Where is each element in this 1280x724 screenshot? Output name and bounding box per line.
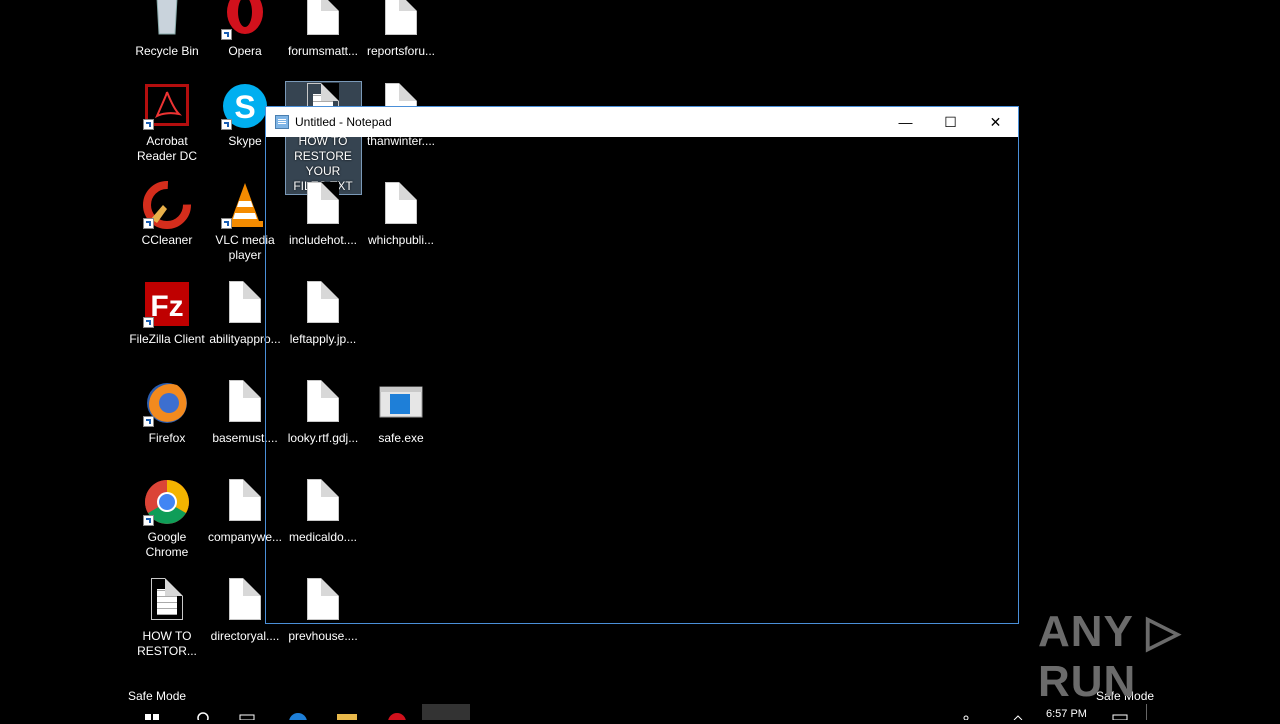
ccleaner-icon — [143, 181, 191, 229]
desktop-icon-filezilla[interactable]: Fz FileZilla Client — [128, 280, 206, 347]
opera-icon — [221, 0, 269, 40]
notepad-window[interactable]: Untitled - Notepad — ☐ ✕ — [265, 106, 1019, 624]
filezilla-icon: Fz — [143, 280, 191, 328]
chrome-icon — [143, 478, 191, 526]
desktop-icon-label: Opera — [228, 44, 262, 58]
shortcut-arrow-icon — [143, 218, 154, 229]
window-title: Untitled - Notepad — [295, 115, 392, 129]
firefox-icon — [143, 379, 191, 427]
acrobat-icon — [143, 82, 191, 130]
minimize-button[interactable]: — — [883, 107, 928, 137]
start-button[interactable] — [144, 704, 160, 720]
anyrun-watermark: ANY ▷ RUN — [1038, 607, 1182, 706]
document-icon — [299, 0, 347, 40]
clock[interactable]: 6:57 PM — [1046, 708, 1087, 724]
close-button[interactable]: ✕ — [973, 107, 1018, 137]
desktop-icon-recycle-bin[interactable]: Recycle Bin — [128, 0, 206, 59]
desktop-icon-label: Google Chrome — [145, 530, 189, 559]
window-controls: — ☐ ✕ — [883, 107, 1018, 137]
people-icon[interactable] — [960, 704, 972, 721]
desktop-icon-label: CCleaner — [141, 233, 193, 247]
shortcut-arrow-icon — [221, 119, 232, 130]
desktop-icon-label: reportsforu... — [366, 44, 436, 58]
notepad-taskbar-button[interactable] — [422, 704, 470, 720]
show-hidden-icons[interactable] — [1012, 704, 1024, 721]
desktop-icon-label: Recycle Bin — [135, 44, 199, 58]
notepad-text-area[interactable] — [266, 137, 1018, 623]
skype-icon: S — [221, 82, 269, 130]
action-center-icon[interactable] — [1112, 704, 1128, 721]
opera-taskbar-icon[interactable] — [386, 704, 408, 724]
desktop-icon-chrome[interactable]: Google Chrome — [128, 478, 206, 560]
desktop-icon-file[interactable]: reportsforu... — [362, 0, 440, 59]
search-icon[interactable] — [195, 704, 211, 724]
desktop-icon-file[interactable]: forumsmatt... — [284, 0, 362, 59]
shortcut-arrow-icon — [143, 515, 154, 526]
desktop-icon-label: directoryal.... — [210, 629, 280, 643]
document-icon — [377, 0, 425, 40]
desktop-icon-label: Acrobat Reader DC — [136, 134, 198, 163]
svg-text:S: S — [234, 89, 255, 125]
document-icon — [221, 478, 269, 526]
document-icon — [221, 577, 269, 625]
desktop-icon-how-to-restore[interactable]: HOW TO RESTOR... — [128, 577, 206, 659]
shortcut-arrow-icon — [143, 317, 154, 328]
edge-icon[interactable] — [288, 704, 308, 724]
desktop-icon-firefox[interactable]: Firefox — [128, 379, 206, 446]
vlc-icon — [221, 181, 269, 229]
shortcut-arrow-icon — [143, 119, 154, 130]
task-view-icon[interactable] — [238, 704, 258, 721]
recycle-bin-icon — [143, 0, 191, 40]
desktop-icon-ccleaner[interactable]: CCleaner — [128, 181, 206, 248]
notepad-icon — [275, 115, 289, 129]
safe-mode-label-left: Safe Mode — [128, 689, 187, 703]
desktop-icon-label: Firefox — [148, 431, 186, 445]
shortcut-arrow-icon — [221, 29, 232, 40]
shortcut-arrow-icon — [143, 416, 154, 427]
desktop-icon-label: forumsmatt... — [287, 44, 358, 58]
shortcut-arrow-icon — [221, 218, 232, 229]
desktop-icon-acrobat[interactable]: Acrobat Reader DC — [128, 82, 206, 164]
taskbar: 6:57 PM — [0, 704, 1280, 724]
desktop-icon-label: HOW TO RESTOR... — [137, 629, 197, 658]
file-explorer-icon[interactable] — [336, 704, 358, 720]
desktop-icon-opera[interactable]: Opera — [206, 0, 284, 59]
svg-text:Fz: Fz — [150, 290, 183, 323]
document-icon — [221, 379, 269, 427]
desktop-icon-label: prevhouse.... — [288, 629, 358, 643]
desktop-icon-label: FileZilla Client — [129, 332, 205, 346]
document-icon — [221, 280, 269, 328]
notepad-titlebar[interactable]: Untitled - Notepad — ☐ ✕ — [266, 107, 1018, 137]
maximize-button[interactable]: ☐ — [928, 107, 973, 137]
show-desktop-divider[interactable] — [1146, 704, 1147, 720]
text-file-icon — [143, 577, 191, 625]
